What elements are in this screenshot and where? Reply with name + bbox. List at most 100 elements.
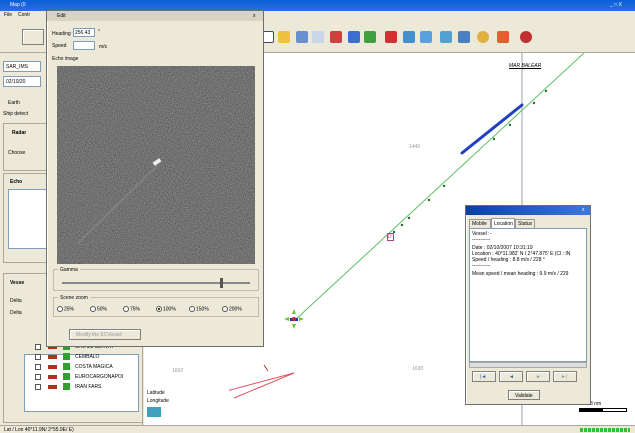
gamma-slider[interactable] [62, 278, 250, 288]
last-record-button[interactable]: ►| [553, 371, 577, 382]
track-icon[interactable] [403, 31, 415, 43]
modify-vessel-button[interactable]: Modify the ECVessel [69, 329, 141, 340]
app-title: Map (0 [10, 2, 26, 8]
radio-icon[interactable] [156, 306, 162, 312]
speed-input[interactable] [73, 41, 95, 50]
layers-icon[interactable] [348, 31, 360, 43]
list-item[interactable]: CEMBALO [35, 352, 145, 362]
map-pin-label: D [388, 234, 392, 240]
menu-control[interactable]: Contr [18, 12, 30, 18]
grid-icon[interactable] [296, 31, 308, 43]
vessel-checkbox[interactable] [35, 354, 41, 360]
date-field[interactable]: 02/10/20 [3, 76, 41, 87]
echo-dialog: Edit x Heading 256.43 ° Speed m/s Echo i… [46, 10, 264, 347]
toolbar-nav-button[interactable] [22, 29, 44, 45]
speed-label: Speed [52, 43, 67, 49]
menu-file[interactable]: File [4, 12, 12, 18]
first-record-button[interactable]: |◄ [472, 371, 496, 382]
list-item[interactable]: EUROCARGONAPOI [35, 372, 145, 382]
crosshair-icon[interactable] [284, 309, 304, 329]
validate-button[interactable]: Validate [508, 390, 540, 400]
track-icon [63, 353, 70, 360]
radio-icon[interactable] [189, 306, 195, 312]
tab-location[interactable]: Location [491, 218, 515, 228]
next-record-button[interactable]: ► [526, 371, 550, 382]
radio-icon[interactable] [57, 306, 63, 312]
heading-label: Heading [52, 31, 71, 37]
close-icon[interactable]: x [582, 207, 585, 213]
vessel-checkbox[interactable] [35, 344, 41, 350]
flag-icon[interactable] [364, 31, 376, 43]
vessel-rows: CAVALL SERVAT CEMBALO COSTA MAGICA EUROC… [35, 342, 145, 394]
ship-detect-tab[interactable]: Ship detect [3, 111, 28, 117]
zoom-option-label: 200% [229, 306, 242, 313]
zoom-option-label: 150% [196, 306, 209, 313]
info-horizontal-scrollbar[interactable] [469, 362, 587, 368]
zoom-options: 25% 50% 75% 100% 150% 200% [57, 306, 257, 314]
settings-icon[interactable] [520, 31, 532, 43]
depth-label: 1446 [409, 144, 421, 150]
close-icon[interactable]: x [253, 13, 256, 19]
depth-label: 1662 [172, 368, 184, 374]
radio-icon[interactable] [90, 306, 96, 312]
list-item[interactable]: IRAN FARS [35, 382, 145, 392]
color-icon[interactable] [420, 31, 432, 43]
window-controls[interactable]: _ □ X [610, 2, 622, 8]
image-icon[interactable] [440, 31, 452, 43]
zoom-option-label: 50% [97, 306, 108, 313]
heading-unit: ° [98, 29, 100, 35]
zoom-option-label: 75% [130, 306, 141, 313]
zoom-option-100[interactable]: 100% [156, 306, 176, 312]
zoom-option-150[interactable]: 150% [189, 306, 209, 312]
radio-icon[interactable] [123, 306, 129, 312]
echo-image-label: Echo image [52, 56, 79, 62]
tab-status[interactable]: Status [515, 219, 535, 228]
lat-lon-box: Latitude Longitude [144, 385, 229, 425]
info-text-area: Vessel : - ----------- Date : 02/10/2007… [469, 228, 587, 362]
ship-icon [48, 385, 57, 389]
track-icon [63, 373, 70, 380]
scale-label: 3 nm [590, 401, 602, 407]
depth-label: 1630 [412, 366, 424, 372]
earth-tab[interactable]: Earth [8, 100, 20, 106]
zoom-option-50[interactable]: 50% [90, 306, 107, 312]
track-icon [63, 363, 70, 370]
list-item[interactable]: COSTA MAGICA [35, 362, 145, 372]
progress-bar [580, 428, 630, 432]
gamma-group: Gamma [53, 267, 259, 291]
zoom-option-label: 25% [64, 306, 75, 313]
search-icon[interactable] [477, 31, 489, 43]
vessel-checkbox[interactable] [35, 384, 41, 390]
window-icon[interactable] [458, 31, 470, 43]
palette-icon[interactable] [278, 31, 290, 43]
prev-record-button[interactable]: ◄ [499, 371, 523, 382]
zoom-option-200[interactable]: 200% [222, 306, 242, 312]
pin-icon[interactable] [497, 31, 509, 43]
info-dialog-title-bar: x [466, 206, 590, 215]
zoom-option-25[interactable]: 25% [57, 306, 74, 312]
target-icon[interactable] [312, 31, 324, 43]
gamma-slider-thumb[interactable] [219, 278, 223, 288]
ship-icon [48, 355, 57, 359]
link-icon[interactable] [147, 407, 161, 417]
sar-field[interactable]: SAR_IMS [3, 61, 41, 72]
ship-icon[interactable] [385, 31, 397, 43]
vessel-checkbox[interactable] [35, 374, 41, 380]
ship-icon [48, 375, 57, 379]
scale-bar [579, 408, 627, 412]
status-bar: Lat / Lon 40°11.9N/ 2°55.9E/ E) [0, 425, 635, 433]
tab-mobile[interactable]: Mobile [469, 219, 491, 228]
echo-dialog-title-bar: Edit x [47, 11, 263, 21]
vessel-checkbox[interactable] [35, 364, 41, 370]
track-icon [63, 383, 70, 390]
echo-image [57, 66, 255, 264]
radio-icon[interactable] [222, 306, 228, 312]
zoom-group: Scene zoom 25% 50% 75% 100% 150% 200% [53, 295, 259, 317]
vessel-info-dialog: x Mobile Location Status Vessel : - ----… [465, 205, 591, 405]
map-label-sea: MAR BALEAR [509, 63, 542, 69]
zoom-option-75[interactable]: 75% [123, 306, 140, 312]
heading-input[interactable]: 256.43 [73, 28, 95, 37]
ruler-icon[interactable] [330, 31, 342, 43]
zoom-option-label: 100% [163, 306, 176, 313]
speed-unit: m/s [99, 44, 108, 50]
